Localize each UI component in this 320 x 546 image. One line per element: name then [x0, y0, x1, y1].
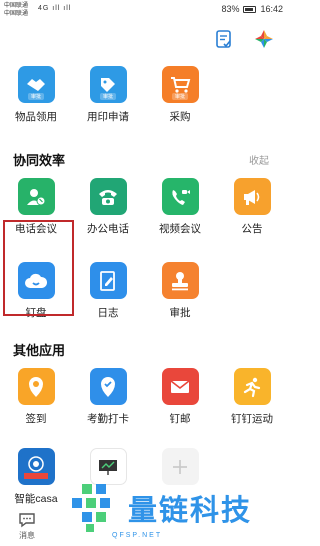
watermark-sub: QFSP.NET — [112, 532, 163, 539]
video-call-icon — [161, 178, 199, 215]
app-item-attendance[interactable]: 考勤打卡 — [72, 368, 144, 436]
smart-service-icon — [17, 448, 55, 485]
app-item-journal[interactable]: 日志 — [72, 262, 144, 330]
approval-tag: 审批 — [99, 93, 117, 100]
task-checklist-icon[interactable] — [213, 28, 235, 50]
carrier-1: 中国联通 — [4, 3, 29, 9]
app-item-signin[interactable]: 签到 — [0, 368, 72, 436]
seal-tag-icon: 审批 — [89, 66, 127, 103]
approval-stamp-icon — [161, 262, 199, 299]
collapse-link[interactable]: 收起 — [249, 152, 269, 167]
app-item-mail[interactable]: 钉邮 — [144, 368, 216, 436]
app-label: 视频会议 — [159, 223, 201, 235]
watermark-logo-icon — [72, 484, 110, 532]
dingtalk-logo-icon[interactable] — [253, 28, 275, 50]
watermark-text: 量链科技 — [128, 493, 253, 527]
location-pin-icon — [17, 368, 55, 405]
signal-indicator: 4G ıll ıll — [38, 5, 72, 12]
section-title-collab: 协同效率 — [13, 153, 66, 168]
app-label: 智能casa — [14, 493, 58, 505]
chat-bubble-icon — [19, 513, 35, 528]
app-item-approval[interactable]: 审批 — [144, 262, 216, 330]
app-item-video-meeting[interactable]: 视频会议 — [144, 178, 216, 246]
mail-icon — [161, 368, 199, 405]
app-label: 公告 — [241, 223, 263, 235]
app-label: 钉邮 — [169, 413, 191, 425]
app-label: 办公电话 — [87, 223, 129, 235]
phone-meeting-icon — [17, 178, 55, 215]
app-label: 考勤打卡 — [87, 413, 129, 425]
app-item-goods[interactable]: 审批 物品领用 — [0, 66, 72, 134]
clock: 16:42 — [260, 4, 283, 14]
megaphone-icon — [233, 178, 271, 215]
watermark: 量链科技 — [68, 480, 252, 536]
approval-tag: 审批 — [171, 93, 189, 100]
top-app-row: 审批 物品领用 审批 用印申请 审批 采购 — [0, 66, 289, 134]
app-label: 钉钉运动 — [231, 413, 273, 425]
carrier-2: 中国联通 — [4, 11, 29, 17]
office-phone-icon — [89, 178, 127, 215]
battery-icon — [243, 5, 257, 13]
check-pin-icon — [89, 368, 127, 405]
section-title-other: 其他应用 — [13, 343, 66, 358]
journal-icon — [89, 262, 127, 299]
app-item-sports[interactable]: 钉钉运动 — [216, 368, 288, 436]
battery-percent: 83% — [221, 4, 240, 14]
app-label: 签到 — [25, 413, 47, 425]
app-item-smart-service[interactable]: 智能casa — [0, 448, 72, 516]
handshake-icon: 审批 — [17, 66, 55, 103]
nav-messages-label: 消息 — [19, 531, 35, 540]
app-label: 用印申请 — [87, 111, 129, 123]
shopping-cart-icon: 审批 — [161, 66, 199, 103]
app-label: 审批 — [169, 307, 191, 319]
header-actions — [213, 28, 275, 50]
app-item-announcement[interactable]: 公告 — [216, 178, 288, 246]
app-label: 日志 — [97, 307, 119, 319]
app-label: 物品领用 — [15, 111, 57, 123]
approval-tag: 审批 — [27, 93, 45, 100]
runner-icon — [233, 368, 271, 405]
app-item-seal[interactable]: 审批 用印申请 — [72, 66, 144, 134]
app-label: 采购 — [169, 111, 191, 123]
status-bar: 中国联通 中国联通 4G ıll ıll 83% 16:42 — [0, 0, 289, 20]
nav-messages[interactable]: 消息 — [18, 512, 36, 541]
status-right: 83% 16:42 — [221, 4, 283, 14]
selection-highlight — [3, 220, 74, 316]
carrier-info: 中国联通 中国联通 — [4, 2, 28, 18]
app-item-purchase[interactable]: 审批 采购 — [144, 66, 216, 134]
app-item-office-phone[interactable]: 办公电话 — [72, 178, 144, 246]
